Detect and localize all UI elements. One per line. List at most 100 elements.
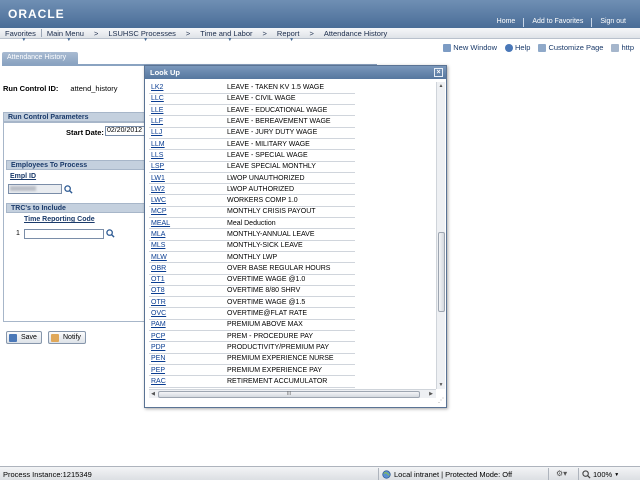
lookup-description: OVERTIME WAGE @1.0: [225, 274, 355, 286]
vertical-scrollbar[interactable]: ▲ ▼: [436, 82, 445, 389]
lookup-code-link[interactable]: LLJ: [149, 127, 225, 139]
lookup-row[interactable]: LW1 LWOP UNAUTHORIZED: [149, 172, 355, 185]
lookup-row[interactable]: PDP PRODUCTIVITY/PREMIUM PAY: [149, 341, 355, 354]
lookup-row[interactable]: MLS MONTHLY-SICK LEAVE: [149, 240, 355, 252]
lookup-row[interactable]: PEP PREMIUM EXPERIENCE PAY: [149, 364, 355, 377]
lookup-description: Meal Deduction: [225, 217, 355, 230]
http-link[interactable]: http: [611, 43, 634, 52]
lookup-row[interactable]: LLS LEAVE - SPECIAL WAGE: [149, 149, 355, 162]
lookup-code-link[interactable]: PCP: [149, 330, 225, 343]
new-window-link[interactable]: New Window: [443, 43, 497, 52]
lookup-row[interactable]: RAC RETIREMENT ACCUMULATOR: [149, 375, 355, 388]
lookup-row[interactable]: LLM LEAVE - MILITARY WAGE: [149, 138, 355, 151]
notify-button[interactable]: Notify: [48, 331, 86, 344]
lookup-description: MONTHLY-SICK LEAVE: [225, 240, 355, 252]
page-tab-attendance-history[interactable]: Attendance History: [2, 52, 78, 64]
notify-label: Notify: [63, 334, 81, 341]
lookup-row[interactable]: LLF LEAVE - BEREAVEMENT WAGE: [149, 115, 355, 128]
start-date-input[interactable]: 02/20/2012: [105, 126, 147, 136]
zoom-control[interactable]: 100% ▼: [582, 470, 619, 479]
lookup-code-link[interactable]: MCP: [149, 206, 225, 219]
lookup-row[interactable]: LLE LEAVE - EDUCATIONAL WAGE: [149, 104, 355, 117]
lookup-row[interactable]: MEAL Meal Deduction: [149, 217, 355, 230]
search-icon[interactable]: [64, 185, 73, 194]
lookup-row[interactable]: PCP PREM - PROCEDURE PAY: [149, 330, 355, 343]
lookup-description: PREMIUM ABOVE MAX: [225, 319, 355, 332]
menu-attendance-history[interactable]: Attendance History: [319, 29, 392, 38]
lookup-row[interactable]: LK2 LEAVE - TAKEN KV 1.5 WAGE: [149, 82, 355, 94]
menu-lsuhsc-processes[interactable]: LSUHSC Processes ▼: [103, 28, 181, 43]
lookup-code-link[interactable]: LSP: [149, 161, 225, 173]
lookup-row[interactable]: OT8 OVERTIME 8/80 SHRV: [149, 285, 355, 298]
lookup-code-link[interactable]: MEAL: [149, 217, 225, 230]
lookup-code-link[interactable]: LLS: [149, 149, 225, 162]
lookup-code-link[interactable]: LLE: [149, 104, 225, 117]
lookup-code-link[interactable]: OVC: [149, 307, 225, 320]
lookup-code-link[interactable]: LLC: [149, 93, 225, 106]
lookup-code-link[interactable]: OBR: [149, 262, 225, 275]
customize-page-link[interactable]: Customize Page: [538, 43, 603, 52]
lookup-row[interactable]: OTR OVERTIME WAGE @1.5: [149, 296, 355, 309]
scroll-down-icon[interactable]: ▼: [437, 381, 445, 389]
lookup-code-link[interactable]: LW1: [149, 172, 225, 185]
menu-main-menu[interactable]: Main Menu ▼: [42, 29, 89, 43]
lookup-row[interactable]: PEN PREMIUM EXPERIENCE NURSE: [149, 353, 355, 365]
vertical-scroll-thumb[interactable]: [438, 232, 445, 312]
horizontal-scrollbar[interactable]: ◀ III ▶: [149, 389, 436, 398]
lookup-row[interactable]: LWC WORKERS COMP 1.0: [149, 194, 355, 207]
lookup-row[interactable]: MLW MONTHLY LWP: [149, 251, 355, 264]
lookup-row[interactable]: LSP LEAVE SPECIAL MONTHLY: [149, 161, 355, 173]
add-to-favorites-link[interactable]: Add to Favorites: [524, 18, 591, 27]
lookup-code-link[interactable]: MLS: [149, 240, 225, 252]
lookup-description: WORKERS COMP 1.0: [225, 194, 355, 207]
lookup-description: LEAVE - JURY DUTY WAGE: [225, 127, 355, 139]
lookup-code-link[interactable]: OT8: [149, 285, 225, 298]
lookup-row[interactable]: MLA MONTHLY-ANNUAL LEAVE: [149, 228, 355, 241]
menu-time-and-labor[interactable]: Time and Labor ▼: [195, 29, 257, 43]
menu-favorites[interactable]: Favorites ▼: [0, 29, 41, 43]
lookup-row[interactable]: OT1 OVERTIME WAGE @1.0: [149, 274, 355, 286]
menu-label: LSUHSC Processes: [108, 28, 176, 38]
menu-report[interactable]: Report ▼: [272, 29, 305, 43]
trc-input[interactable]: [24, 229, 104, 239]
lookup-row[interactable]: MCP MONTHLY CRISIS PAYOUT: [149, 206, 355, 219]
help-icon: [505, 43, 514, 52]
help-link[interactable]: Help: [505, 43, 530, 52]
lookup-code-link[interactable]: PEN: [149, 353, 225, 365]
save-button[interactable]: Save: [6, 331, 42, 344]
resize-grip-icon[interactable]: ⋰: [436, 397, 444, 405]
lookup-row[interactable]: PAM PREMIUM ABOVE MAX: [149, 319, 355, 332]
oracle-logo: ORACLE: [8, 7, 65, 21]
lookup-code-link[interactable]: PEP: [149, 364, 225, 377]
lookup-row[interactable]: LLC LEAVE - CIVIL WAGE: [149, 93, 355, 106]
lookup-code-link[interactable]: LW2: [149, 183, 225, 196]
lookup-description: LWOP AUTHORIZED: [225, 183, 355, 196]
lookup-code-link[interactable]: MLA: [149, 228, 225, 241]
lookup-code-link[interactable]: OTR: [149, 296, 225, 309]
close-icon[interactable]: ×: [434, 68, 443, 77]
lookup-row[interactable]: LLJ LEAVE - JURY DUTY WAGE: [149, 127, 355, 139]
lookup-code-link[interactable]: OT1: [149, 274, 225, 286]
sign-out-link[interactable]: Sign out: [592, 18, 634, 27]
lookup-row[interactable]: OBR OVER BASE REGULAR HOURS: [149, 262, 355, 275]
empl-id-label: Empl ID: [10, 173, 37, 180]
lookup-code-link[interactable]: MLW: [149, 251, 225, 264]
scroll-left-icon[interactable]: ◀: [149, 390, 157, 398]
gear-icon[interactable]: ⚙▾: [556, 469, 567, 478]
lookup-code-link[interactable]: LLM: [149, 138, 225, 151]
lookup-code-link[interactable]: RAC: [149, 375, 225, 388]
home-link[interactable]: Home: [489, 18, 524, 27]
lookup-row[interactable]: LW2 LWOP AUTHORIZED: [149, 183, 355, 196]
lookup-code-link[interactable]: LK2: [149, 82, 225, 94]
lookup-code-link[interactable]: LLF: [149, 115, 225, 128]
search-icon[interactable]: [106, 229, 115, 238]
lookup-code-link[interactable]: LWC: [149, 194, 225, 207]
scroll-right-icon[interactable]: ▶: [427, 390, 435, 398]
trc-column-header[interactable]: Time Reporting Code: [24, 216, 95, 223]
lookup-row[interactable]: OVC OVERTIME@FLAT RATE: [149, 307, 355, 320]
lookup-code-link[interactable]: PAM: [149, 319, 225, 332]
scroll-up-icon[interactable]: ▲: [437, 82, 445, 90]
lookup-title-bar[interactable]: Look Up ×: [145, 66, 446, 79]
lookup-code-link[interactable]: PDP: [149, 341, 225, 354]
horizontal-scroll-thumb[interactable]: III: [158, 391, 420, 398]
